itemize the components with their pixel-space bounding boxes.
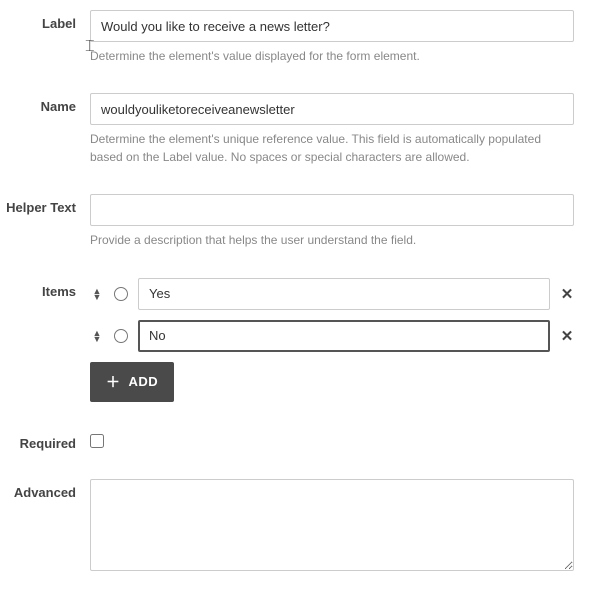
item-default-radio[interactable]	[114, 287, 128, 301]
required-field-label: Required	[0, 430, 90, 451]
helper-text-helper: Provide a description that helps the use…	[90, 232, 574, 249]
advanced-textarea[interactable]	[90, 479, 574, 571]
advanced-field-label: Advanced	[0, 479, 90, 500]
sort-handle-icon[interactable]: ▲▼	[90, 288, 104, 300]
item-value-input[interactable]	[138, 278, 550, 310]
remove-item-icon[interactable]: ✕	[560, 285, 574, 303]
remove-item-icon[interactable]: ✕	[560, 327, 574, 345]
name-helper-text: Determine the element's unique reference…	[90, 131, 574, 166]
item-row: ▲▼ ✕	[90, 278, 574, 310]
helper-text-input[interactable]	[90, 194, 574, 226]
label-input[interactable]	[90, 10, 574, 42]
plus-icon: ＋	[106, 372, 121, 392]
item-default-radio[interactable]	[114, 329, 128, 343]
sort-handle-icon[interactable]: ▲▼	[90, 330, 104, 342]
items-field-label: Items	[0, 278, 90, 299]
item-value-input[interactable]	[138, 320, 550, 352]
label-helper-text: Determine the element's value displayed …	[90, 48, 574, 65]
name-field-label: Name	[0, 93, 90, 114]
item-row: ▲▼ ✕	[90, 320, 574, 352]
add-button-label: ADD	[129, 374, 159, 389]
add-item-button[interactable]: ＋ ADD	[90, 362, 174, 402]
helper-text-field-label: Helper Text	[0, 194, 90, 215]
required-checkbox[interactable]	[90, 434, 104, 448]
label-field-label: Label	[0, 10, 90, 31]
name-input[interactable]	[90, 93, 574, 125]
